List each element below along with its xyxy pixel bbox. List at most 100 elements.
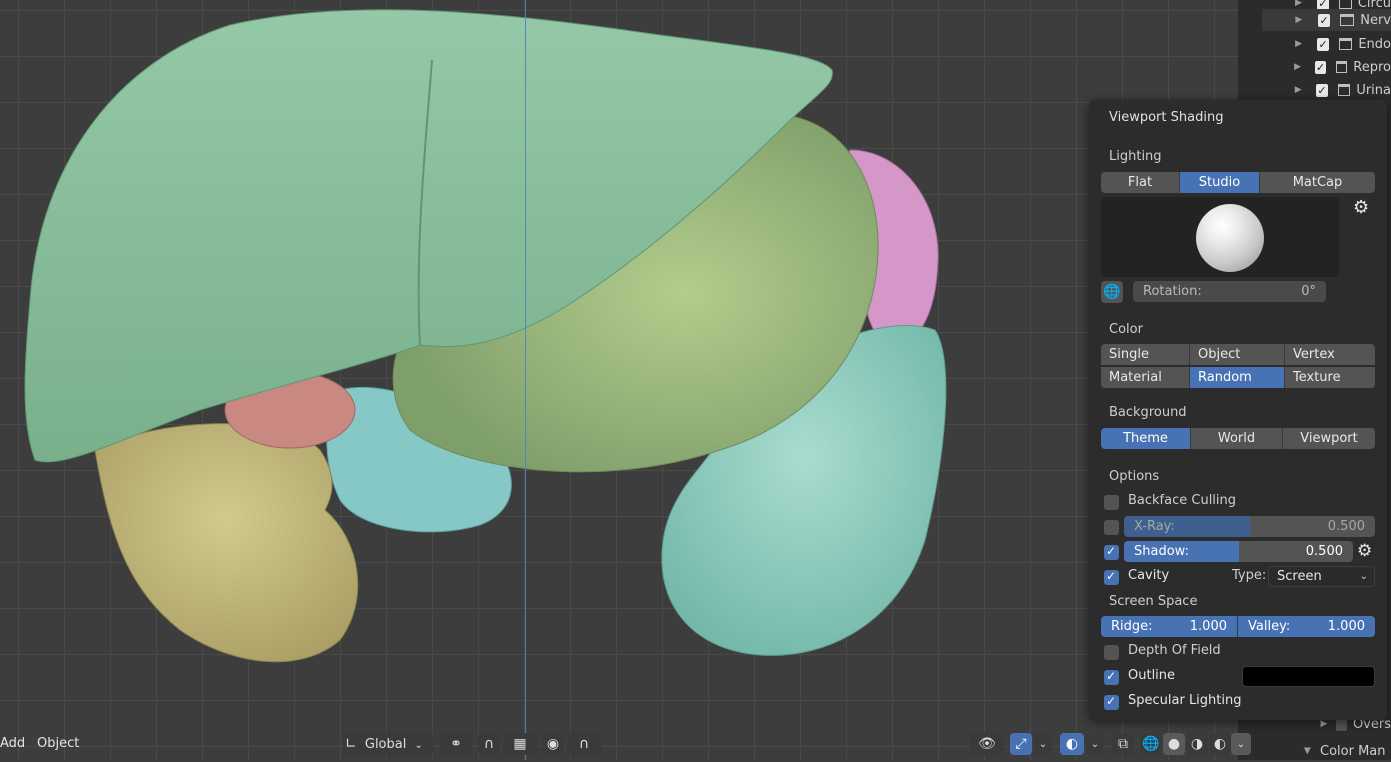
outliner-item[interactable]: ▶ ✓ Repro (1262, 56, 1391, 78)
outliner-item[interactable]: ▶ ✓ Endo (1262, 33, 1391, 55)
shadow-value: 0.500 (1305, 544, 1343, 559)
shading-wireframe-button[interactable]: 🌐 (1140, 733, 1162, 755)
snap-target-dropdown[interactable]: ▦ (503, 733, 537, 755)
shading-rendered-button[interactable]: ◐ (1209, 733, 1231, 755)
object-menu[interactable]: Object (37, 732, 79, 756)
lighting-studio-button[interactable]: Studio (1180, 172, 1260, 193)
outline-color-swatch[interactable] (1242, 666, 1375, 687)
xray-checkbox[interactable] (1104, 520, 1119, 535)
transform-orientation-dropdown[interactable]: ∟ Global ⌄ (343, 733, 433, 755)
cavity-type-value: Screen (1277, 569, 1322, 584)
expand-arrow-icon[interactable]: ▶ (1318, 719, 1330, 729)
snap-toggle[interactable]: ∩ (478, 733, 500, 755)
globe-icon[interactable]: 🌐 (1101, 281, 1123, 303)
checkbox-icon[interactable]: ✓ (1317, 13, 1331, 27)
backface-culling-checkbox[interactable] (1104, 495, 1119, 510)
gear-icon[interactable]: ⚙ (1353, 197, 1369, 218)
collection-icon (1338, 0, 1352, 9)
outliner-item[interactable]: ▶ ✓ Nerv (1262, 9, 1391, 31)
checkbox-icon[interactable]: ✓ (1317, 37, 1330, 51)
xray-icon: ⧉ (1118, 736, 1128, 752)
cavity-checkbox[interactable] (1104, 569, 1119, 585)
pivot-icon: ⚭ (450, 736, 462, 752)
gizmo-dropdown[interactable]: ⌄ (1034, 733, 1052, 755)
xray-slider[interactable]: X-Ray: 0.500 (1124, 516, 1375, 537)
collection-icon (1339, 38, 1353, 50)
depth-of-field-label: Depth Of Field (1128, 643, 1221, 658)
collection-icon (1335, 61, 1348, 73)
overlays-toggle[interactable]: ◐ (1060, 733, 1084, 755)
background-viewport-button[interactable]: Viewport (1283, 428, 1375, 449)
specular-lighting-checkbox[interactable] (1104, 694, 1119, 710)
background-mode-selector: Theme World Viewport (1101, 428, 1375, 449)
gear-icon[interactable]: ⚙ (1357, 541, 1372, 561)
expand-arrow-icon[interactable]: ▶ (1292, 85, 1304, 95)
outliner-item-label: Nerv (1360, 12, 1391, 28)
specular-lighting-label: Specular Lighting (1128, 693, 1242, 708)
pivot-point-dropdown[interactable]: ⚭ (440, 733, 472, 755)
visibility-dropdown[interactable]: 👁 (970, 733, 1004, 755)
chevron-down-icon: ⌄ (1359, 571, 1368, 582)
background-theme-button[interactable]: Theme (1101, 428, 1191, 449)
studio-light-preview[interactable] (1101, 197, 1339, 277)
lighting-matcap-button[interactable]: MatCap (1260, 172, 1375, 193)
overlays-dropdown[interactable]: ⌄ (1086, 733, 1104, 755)
checkbox-icon[interactable]: ✓ (1316, 83, 1328, 97)
expand-arrow-icon[interactable]: ▶ (1292, 62, 1303, 72)
color-material-button[interactable]: Material (1101, 367, 1190, 388)
checkbox-icon[interactable]: ✓ (1315, 60, 1326, 74)
options-section-label: Options (1109, 469, 1160, 484)
screen-space-label: Screen Space (1109, 594, 1198, 609)
xray-value: 0.500 (1327, 519, 1365, 534)
properties-panel-header[interactable]: ▶ Color Man (1300, 740, 1391, 762)
gizmo-toggle[interactable]: ⤢ (1010, 733, 1032, 755)
snap-icon: ▦ (513, 736, 527, 752)
xray-toggle[interactable]: ⧉ (1112, 733, 1134, 755)
ridge-field[interactable]: Ridge: 1.000 (1101, 616, 1238, 637)
lighting-section-label: Lighting (1109, 149, 1162, 164)
color-texture-button[interactable]: Texture (1285, 367, 1375, 388)
lighting-flat-button[interactable]: Flat (1101, 172, 1180, 193)
shadow-slider[interactable]: Shadow: 0.500 (1124, 541, 1353, 562)
color-mode-selector: Single Object Vertex Material Random Tex… (1101, 344, 1375, 388)
overlays-icon: ◐ (1065, 736, 1079, 752)
collection-icon (1340, 14, 1355, 26)
shading-options-dropdown[interactable]: ⌄ (1231, 733, 1251, 755)
proportional-falloff-dropdown[interactable]: ∩ (567, 733, 601, 755)
rotation-field[interactable]: Rotation: 0° (1133, 281, 1326, 302)
magnet-icon: ∩ (483, 736, 495, 752)
transform-orientation-value: Global (364, 737, 407, 752)
expand-arrow-icon[interactable]: ▶ (1292, 0, 1305, 8)
popover-title: Viewport Shading (1109, 110, 1224, 125)
wireframe-sphere-icon: 🌐 (1142, 736, 1160, 752)
collapse-arrow-icon[interactable]: ▶ (1302, 744, 1312, 758)
shading-material-button[interactable]: ◑ (1186, 733, 1208, 755)
outline-checkbox[interactable] (1104, 669, 1119, 685)
ridge-value: 1.000 (1189, 619, 1227, 634)
color-single-button[interactable]: Single (1101, 344, 1190, 365)
rotation-label: Rotation: (1143, 284, 1202, 299)
valley-field[interactable]: Valley: 1.000 (1238, 616, 1375, 637)
shadow-checkbox[interactable] (1104, 544, 1119, 560)
proportional-editing-toggle[interactable]: ◉ (542, 733, 564, 755)
viewport-shading-popover: Viewport Shading Lighting Flat Studio Ma… (1089, 100, 1387, 720)
gizmo-icon: ⤢ (1015, 736, 1027, 752)
color-object-button[interactable]: Object (1190, 344, 1285, 365)
cavity-type-dropdown[interactable]: Screen ⌄ (1268, 566, 1375, 587)
eye-icon: 👁 (978, 736, 996, 752)
outliner-item[interactable]: ▶ ✓ Urina (1262, 79, 1391, 101)
background-world-button[interactable]: World (1191, 428, 1283, 449)
color-vertex-button[interactable]: Vertex (1285, 344, 1375, 365)
lighting-mode-selector: Flat Studio MatCap (1101, 172, 1375, 193)
expand-arrow-icon[interactable]: ▶ (1292, 15, 1306, 25)
expand-arrow-icon[interactable]: ▶ (1292, 39, 1305, 49)
rotation-value: 0° (1301, 284, 1316, 299)
add-menu[interactable]: Add (0, 732, 25, 756)
backface-culling-label: Backface Culling (1128, 493, 1237, 508)
outliner-item-label: Endo (1358, 36, 1391, 52)
depth-of-field-checkbox[interactable] (1104, 645, 1119, 660)
rendered-sphere-icon: ◐ (1213, 736, 1227, 752)
shading-solid-button[interactable]: ● (1163, 733, 1185, 755)
studio-light-sphere (1196, 204, 1264, 272)
color-random-button[interactable]: Random (1190, 367, 1285, 388)
